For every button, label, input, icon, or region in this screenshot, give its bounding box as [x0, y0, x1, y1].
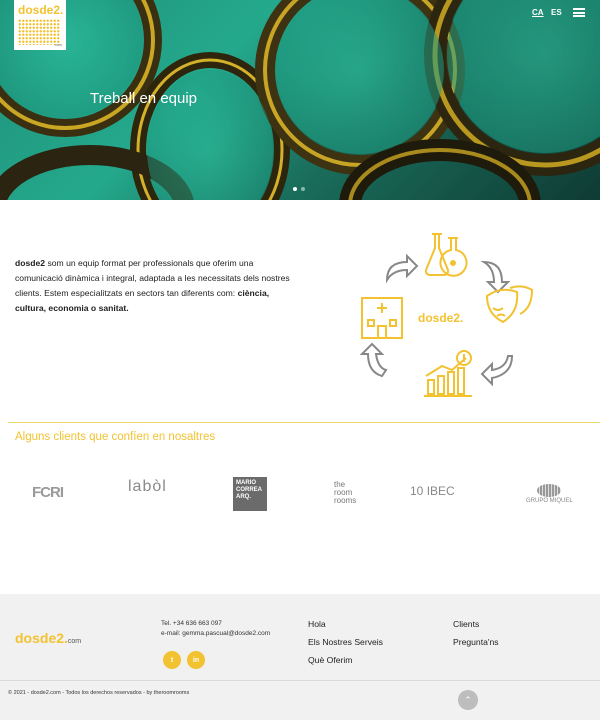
footer-contact: Tel. +34 636 663 097 e-mail: gemma.pascu…: [161, 619, 270, 639]
client-logo-grupo-miquel: GRUPO MIQUEL: [526, 484, 573, 518]
footer-logo[interactable]: dosde2.com: [15, 630, 81, 646]
cycle-arrow-icon: [480, 260, 511, 294]
footer-email[interactable]: e-mail: gemma.pascual@dosde2.com: [161, 629, 270, 639]
footer-link-preguntans[interactable]: Pregunta'ns: [453, 633, 499, 651]
hamburger-menu-icon[interactable]: [573, 8, 585, 17]
flasks-icon: [424, 233, 468, 277]
logo-suffix: com: [54, 42, 62, 47]
grupo-text: GRUPO MIQUEL: [526, 498, 573, 504]
footer-link-clients[interactable]: Clients: [453, 615, 499, 633]
footer-link-que-oferim[interactable]: Què Oferim: [308, 651, 383, 669]
site-footer: dosde2.com Tel. +34 636 663 097 e-mail: …: [0, 594, 600, 720]
footer-tel: Tel. +34 636 663 097: [161, 620, 222, 627]
footer-copyright: © 2021 - dosde2.com - Todos los derechos…: [8, 690, 190, 696]
footer-link-serveis[interactable]: Els Nostres Serveis: [308, 633, 383, 651]
client-logo-mario-correa: MARIO CORREA ARQ.: [233, 477, 267, 511]
room-text-3: rooms: [334, 496, 357, 505]
language-ca-link[interactable]: CA: [532, 8, 544, 17]
labol-text: labòl: [128, 478, 167, 495]
cycle-arrow-icon: [359, 342, 388, 378]
footer-brand-suffix: com: [67, 638, 82, 645]
footer-nav-col-2: Clients Pregunta'ns: [453, 615, 499, 651]
language-es-link[interactable]: ES: [551, 8, 562, 17]
footer-link-hola[interactable]: Hola: [308, 615, 383, 633]
client-logo-theroomrooms: the room rooms: [334, 481, 356, 515]
section-divider: [8, 422, 600, 423]
grupo-miquel-mark: [537, 484, 562, 497]
mario-text: MARIO CORREA ARQ.: [236, 480, 262, 500]
site-logo[interactable]: dosde2. com: [14, 0, 66, 50]
intro-paragraph: dosde2 som un equip format per professio…: [15, 256, 295, 316]
cycle-arrow-icon: [480, 355, 514, 387]
linkedin-icon[interactable]: in: [187, 651, 205, 669]
growth-chart-dollar-icon: [424, 350, 472, 397]
cycle-center-brand: dosde2.: [418, 311, 464, 325]
hospital-icon: [361, 297, 403, 339]
theater-masks-icon: [485, 285, 534, 324]
client-logo-labol: labòl: [128, 478, 167, 512]
client-logo-ibec: 10 IBEC: [410, 484, 455, 498]
twitter-icon[interactable]: t: [163, 651, 181, 669]
footer-divider: [0, 680, 600, 681]
hero-title: Treball en equip: [90, 90, 198, 107]
chevron-up-icon[interactable]: ⌃: [458, 690, 478, 710]
ibec-text: IBEC: [426, 484, 455, 498]
hero-banner: dosde2. com CA ES Treball en equip: [0, 0, 600, 200]
cycle-arrow-icon: [385, 253, 419, 284]
footer-nav-col-1: Hola Els Nostres Serveis Què Oferim: [308, 615, 383, 669]
fcri-text: FCRI: [32, 484, 64, 501]
clients-title: Alguns clients que confíen en nosaltres: [15, 431, 216, 443]
slider-dot-1[interactable]: [293, 187, 297, 191]
intro-brand: dosde2: [15, 258, 46, 268]
client-logo-fcri: FCRI: [32, 484, 64, 518]
footer-brand: dosde2.: [15, 630, 68, 646]
slider-dot-2[interactable]: [301, 187, 305, 191]
logo-brand: dosde2.: [18, 3, 64, 17]
slider-dots: [293, 187, 305, 191]
